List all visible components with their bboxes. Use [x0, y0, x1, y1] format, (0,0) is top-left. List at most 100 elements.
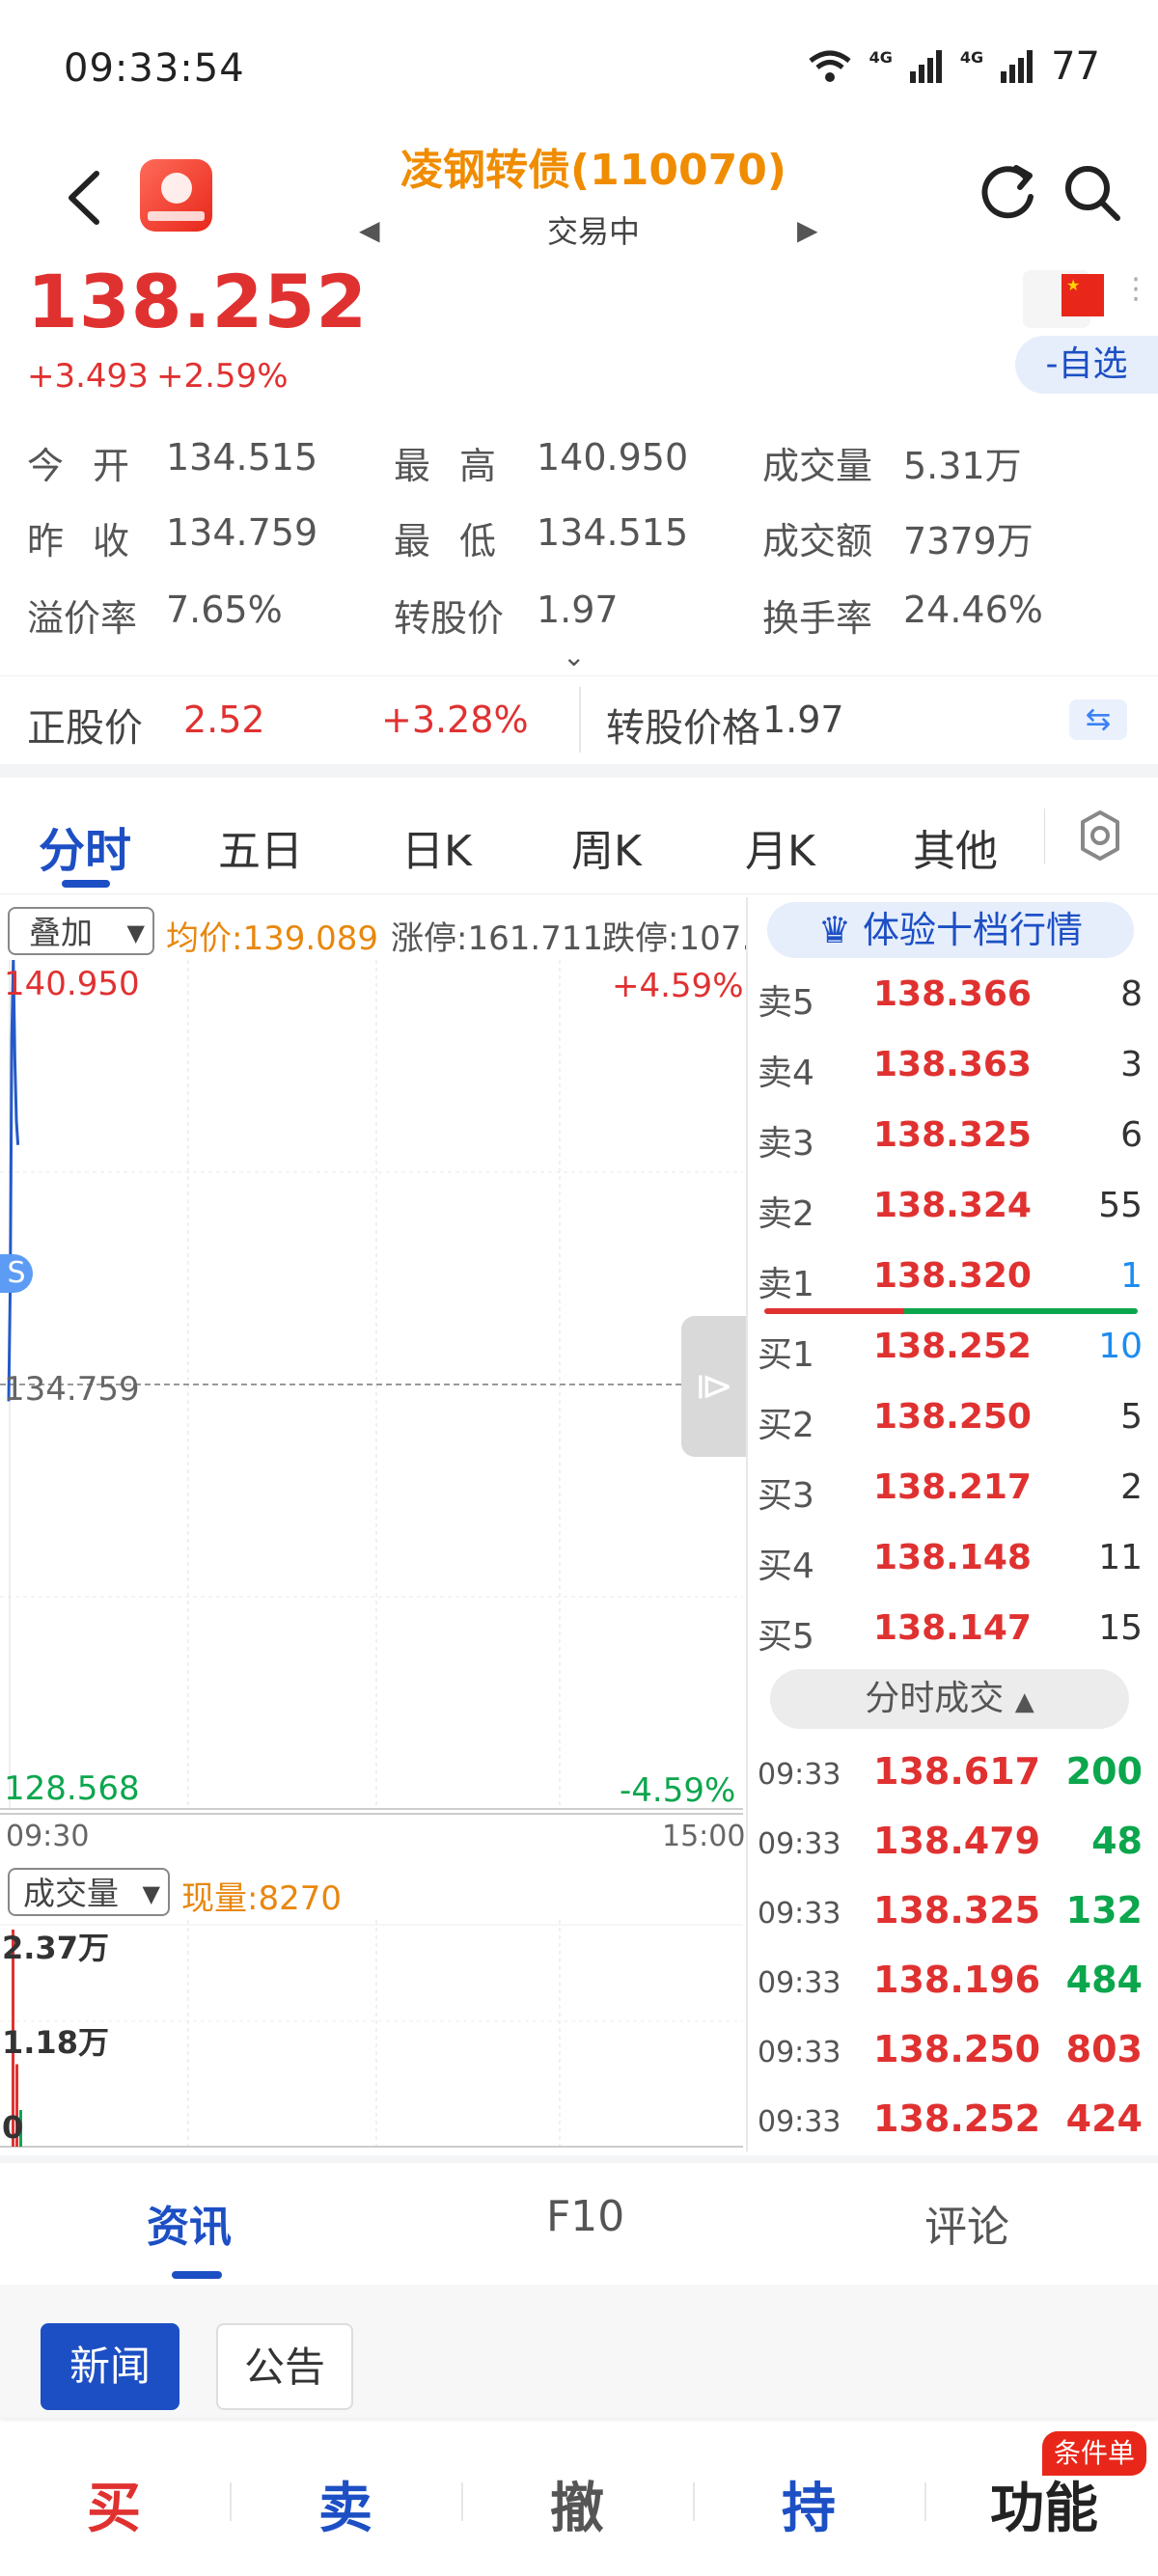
buy-button[interactable]: 买 — [87, 2465, 141, 2543]
tick-volume: 132 — [1065, 1889, 1143, 1932]
level-volume: 8 — [1120, 974, 1143, 1014]
app-logo — [140, 159, 212, 232]
banner-label: 体验十档行情 — [863, 909, 1084, 951]
quote-value: 7379万 — [903, 520, 1034, 562]
quote-value: 140.950 — [537, 436, 689, 479]
tick-time: 09:33 — [758, 1758, 841, 1792]
divider — [461, 2482, 463, 2521]
level-price: 138.250 — [873, 1397, 1032, 1437]
quote-value: 7.65% — [166, 589, 283, 631]
tick-time: 09:33 — [758, 1897, 841, 1931]
expand-chevron-icon[interactable]: ⌄ — [563, 641, 585, 672]
y-top-label: 140.950 — [4, 965, 140, 1003]
bid-row[interactable]: 买4 138.148 11 — [753, 1526, 1148, 1596]
battery-level: 77 — [1051, 44, 1100, 89]
bid-row[interactable]: 买1 138.252 10 — [753, 1315, 1148, 1384]
tick-price: 138.252 — [873, 2097, 1041, 2140]
quote-value: 24.46% — [903, 589, 1043, 631]
quote-value: 134.759 — [166, 511, 318, 554]
level-price: 138.148 — [873, 1538, 1032, 1577]
refresh-icon[interactable] — [979, 162, 1037, 224]
cancel-button[interactable]: 撤 — [550, 2465, 604, 2543]
status-icons: 4G 4G 77 — [808, 42, 1100, 91]
next-bond-arrow-icon[interactable]: ▶ — [797, 214, 818, 246]
trade-tick-row: 09:33 138.250 803 — [753, 2016, 1148, 2086]
tick-volume: 484 — [1065, 1959, 1143, 2001]
level-label: 买5 — [758, 1617, 814, 1657]
wifi-icon — [809, 50, 851, 82]
trade-tick-row: 09:33 138.617 200 — [753, 1739, 1148, 1808]
level-label: 卖3 — [758, 1124, 814, 1164]
pct-bottom-label: -4.59% — [620, 1771, 736, 1810]
tab-active-indicator — [62, 880, 110, 888]
crown-icon: ♛ — [817, 909, 852, 951]
ask-row[interactable]: 卖4 138.363 3 — [753, 1033, 1148, 1103]
time-sales-label: 分时成交 — [865, 1679, 1005, 1718]
tick-volume: 803 — [1065, 2028, 1143, 2070]
tab-info[interactable]: 资讯 — [147, 2192, 232, 2254]
volume-dropdown[interactable]: 成交量 ▼ — [8, 1868, 170, 1916]
ask-row[interactable]: 卖2 138.324 55 — [753, 1174, 1148, 1244]
level-volume: 1 — [1120, 1256, 1143, 1296]
tab-f10[interactable]: F10 — [546, 2192, 624, 2241]
news-button[interactable]: 新闻 — [41, 2323, 179, 2410]
tab-comments[interactable]: 评论 — [924, 2192, 1009, 2254]
level-label: 买2 — [758, 1406, 814, 1445]
bid-row[interactable]: 买5 138.147 15 — [753, 1597, 1148, 1666]
tab-daily-k[interactable]: 日K — [401, 816, 472, 878]
level10-quote-banner[interactable]: ♛ 体验十档行情 — [767, 902, 1134, 958]
level-volume: 6 — [1120, 1115, 1143, 1155]
china-flag-icon: ★ — [1062, 274, 1104, 316]
ask-row[interactable]: 卖3 138.325 6 — [753, 1104, 1148, 1173]
ask-row[interactable]: 卖5 138.366 8 — [753, 963, 1148, 1032]
ask-row[interactable]: 卖1 138.320 1 — [753, 1245, 1148, 1314]
functions-button[interactable]: 功能 — [990, 2465, 1098, 2543]
volume-label: 成交量 — [23, 1875, 119, 1912]
notice-button[interactable]: 公告 — [216, 2323, 353, 2410]
level-label: 买3 — [758, 1476, 814, 1516]
section-gap — [0, 764, 1158, 778]
page-title: 凌钢转债(110070) — [400, 146, 786, 195]
quote-label: 转股价 — [394, 597, 505, 640]
level-volume: 15 — [1098, 1608, 1143, 1648]
watchlist-button[interactable]: -自选 — [1015, 336, 1158, 394]
tab-monthly-k[interactable]: 月K — [745, 816, 815, 878]
trade-tick-row: 09:33 138.325 132 — [753, 1877, 1148, 1947]
vol-tick-label: 2.37万 — [2, 1930, 109, 1966]
overlay-dropdown[interactable]: 叠加 ▼ — [8, 907, 154, 955]
tick-time: 09:33 — [758, 2105, 841, 2139]
level-label: 买4 — [758, 1547, 814, 1586]
bid-row[interactable]: 买2 138.250 5 — [753, 1385, 1148, 1455]
pct-top-label: +4.59% — [612, 967, 744, 1005]
expand-panel-handle-icon[interactable]: ⧐ — [681, 1316, 747, 1457]
quote-value: 134.515 — [537, 511, 689, 554]
tab-weekly-k[interactable]: 周K — [571, 816, 642, 878]
tab-active-indicator — [172, 2271, 222, 2279]
more-dots-icon[interactable]: ⋮ — [1121, 272, 1150, 306]
tab-other[interactable]: 其他 — [913, 816, 998, 878]
tick-price: 138.479 — [873, 1820, 1041, 1862]
divider — [746, 897, 748, 2151]
stock-price-label: 正股价 — [27, 706, 143, 751]
signal-bars-icon — [909, 50, 942, 83]
level-price: 138.320 — [873, 1256, 1032, 1296]
quote-label: 成交额 — [762, 520, 873, 562]
tab-intraday[interactable]: 分时 — [39, 812, 131, 880]
back-icon[interactable] — [58, 164, 116, 232]
holdings-button[interactable]: 持 — [782, 2465, 836, 2543]
tab-five-day[interactable]: 五日 — [218, 816, 303, 878]
chart-tabs: 分时 五日 日K 周K 月K 其他 — [0, 778, 1158, 894]
sell-button[interactable]: 卖 — [318, 2465, 372, 2543]
divider — [693, 2482, 695, 2521]
intraday-chart[interactable] — [0, 960, 746, 2151]
search-icon[interactable] — [1062, 162, 1123, 224]
conditional-order-badge[interactable]: 条件单 — [1042, 2431, 1147, 2476]
bid-row[interactable]: 买3 138.217 2 — [753, 1456, 1148, 1525]
time-sales-toggle[interactable]: 分时成交 ▲ — [770, 1669, 1129, 1729]
level-volume: 5 — [1120, 1397, 1143, 1437]
gear-icon[interactable] — [1071, 807, 1129, 864]
y-bottom-label: 128.568 — [4, 1769, 140, 1808]
swap-icon[interactable]: ⇆ — [1069, 699, 1127, 740]
quote-label: 今开 — [27, 445, 159, 487]
level-label: 卖4 — [758, 1054, 814, 1093]
